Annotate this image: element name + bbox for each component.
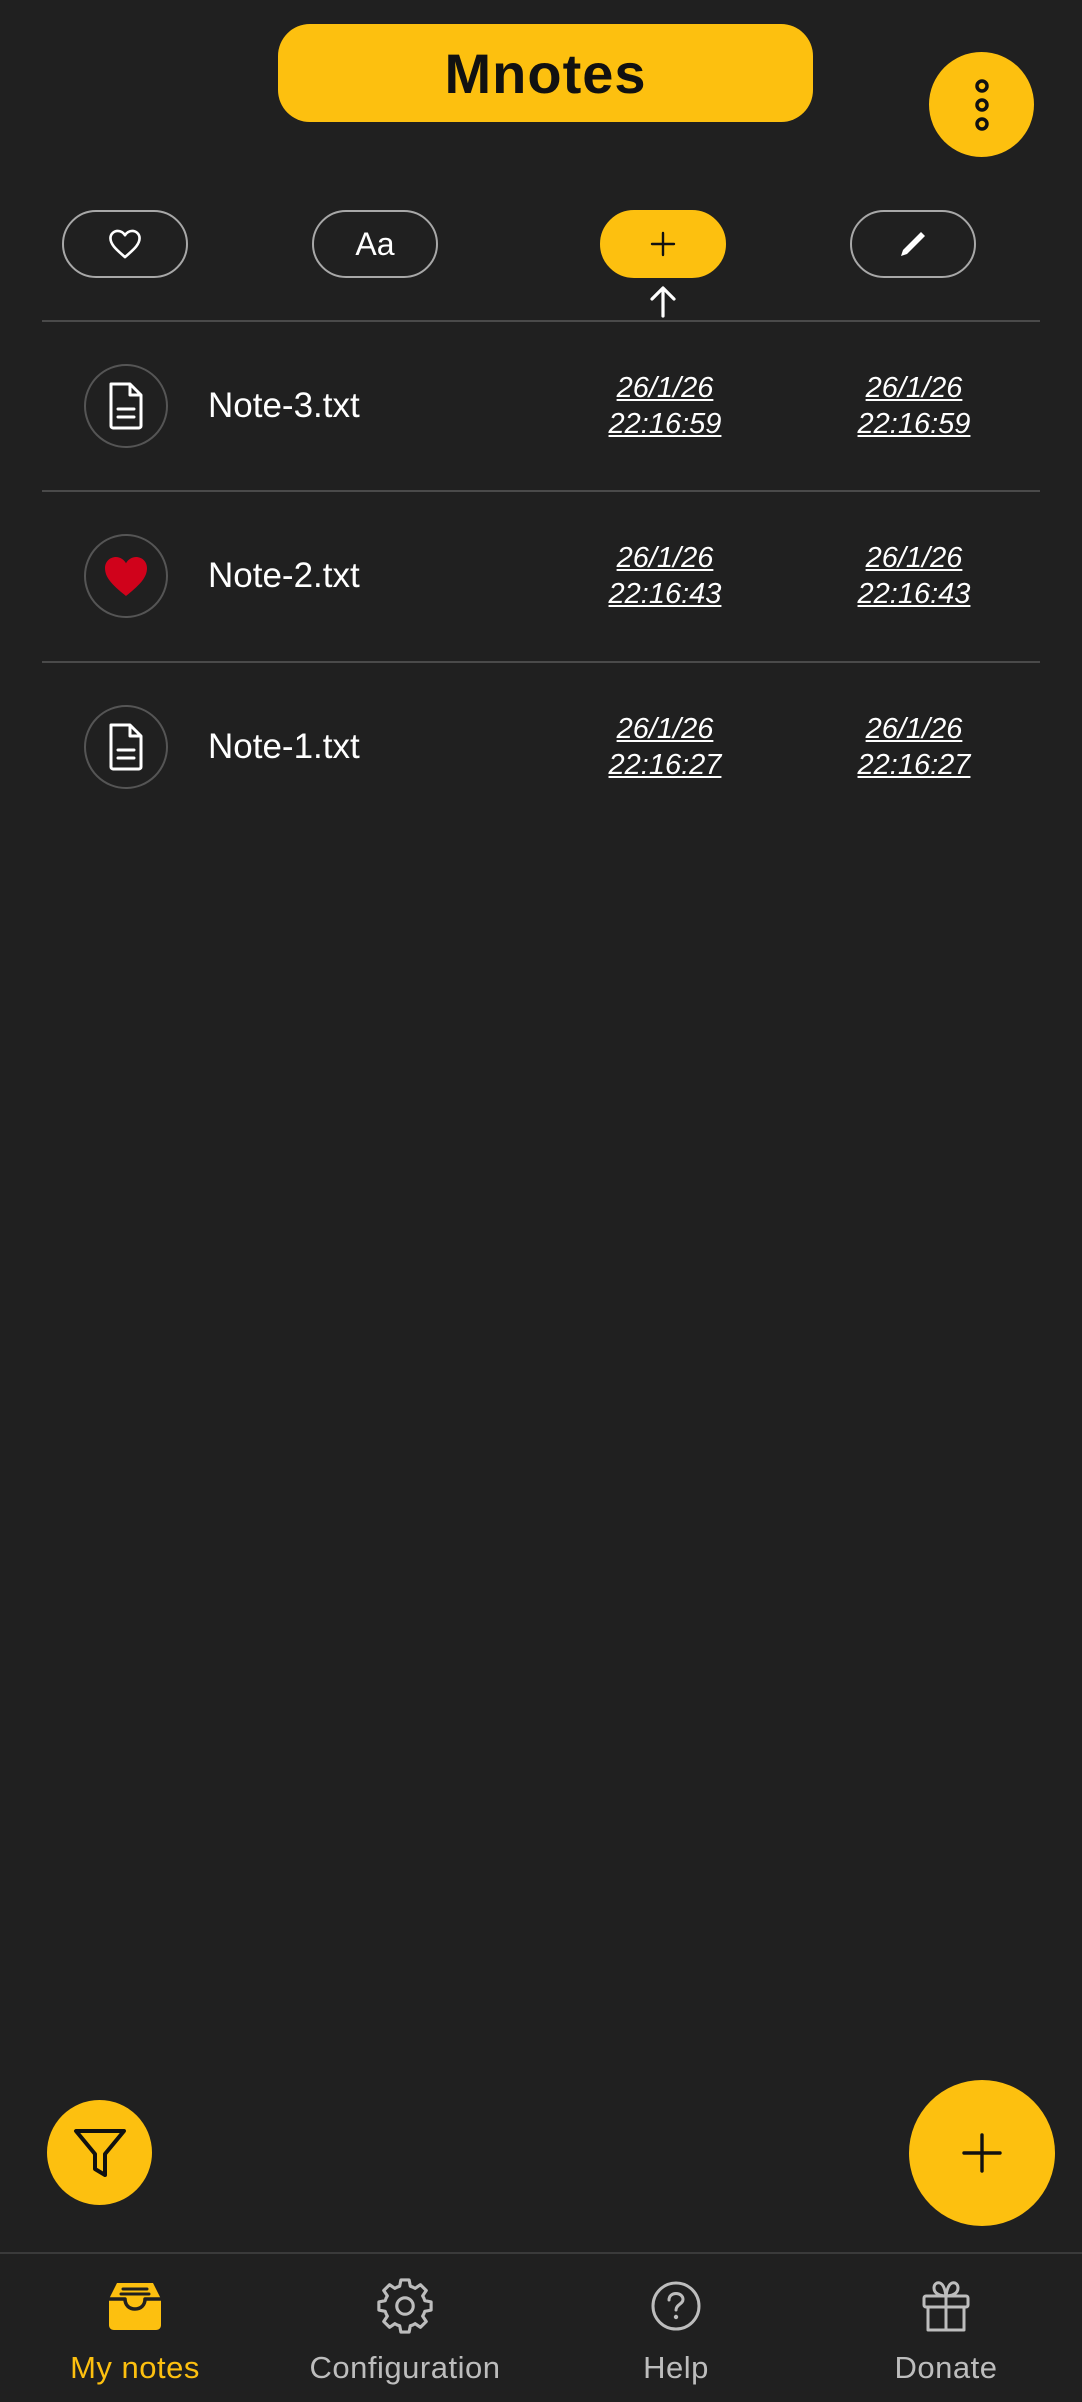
document-icon <box>109 723 143 771</box>
note-created-date: 26/1/26 22:16:27 <box>580 711 750 783</box>
sort-by-favorite-button[interactable] <box>62 210 188 278</box>
nav-label: Configuration <box>309 2350 501 2385</box>
heart-filled-icon <box>105 557 147 596</box>
sort-by-modified-button[interactable] <box>850 210 976 278</box>
filter-button[interactable] <box>47 2100 152 2205</box>
overflow-menu-button[interactable] <box>929 52 1034 157</box>
gear-icon <box>375 2276 435 2336</box>
add-note-button[interactable] <box>909 2080 1055 2226</box>
plus-icon <box>962 2133 1002 2173</box>
note-row[interactable]: Note-3.txt 26/1/26 22:16:59 26/1/26 22:1… <box>42 322 1040 490</box>
note-row[interactable]: Note-1.txt 26/1/26 22:16:27 26/1/26 22:1… <box>42 663 1040 831</box>
note-type-badge <box>84 534 168 618</box>
sort-by-name-label: Aa <box>355 225 395 262</box>
sort-by-created-button[interactable] <box>600 210 726 278</box>
note-modified-date: 26/1/26 22:16:59 <box>829 370 999 442</box>
more-vertical-icon <box>974 78 989 131</box>
modified-date: 26/1/26 <box>865 542 963 574</box>
filter-icon <box>73 2128 126 2177</box>
note-created-date: 26/1/26 22:16:59 <box>580 370 750 442</box>
note-created-date: 26/1/26 22:16:43 <box>580 540 750 612</box>
note-modified-date: 26/1/26 22:16:43 <box>829 540 999 612</box>
app-title: Mnotes <box>444 41 647 105</box>
nav-configuration[interactable]: Configuration <box>270 2254 540 2402</box>
nav-my-notes[interactable]: My notes <box>0 2254 270 2402</box>
created-time: 22:16:43 <box>608 578 722 610</box>
plus-icon <box>650 231 676 257</box>
created-date: 26/1/26 <box>616 372 714 404</box>
created-date: 26/1/26 <box>616 713 714 745</box>
inbox-icon <box>105 2276 165 2336</box>
nav-label: My notes <box>70 2350 200 2385</box>
modified-time: 22:16:59 <box>857 408 971 440</box>
note-modified-date: 26/1/26 22:16:27 <box>829 711 999 783</box>
modified-date: 26/1/26 <box>865 372 963 404</box>
note-title: Note-3.txt <box>208 386 360 425</box>
note-type-badge <box>84 705 168 789</box>
note-row[interactable]: Note-2.txt 26/1/26 22:16:43 26/1/26 22:1… <box>42 492 1040 660</box>
nav-label: Help <box>643 2350 709 2385</box>
app-title-bar: Mnotes <box>278 24 813 122</box>
pencil-icon <box>901 232 925 256</box>
bottom-navigation: My notes Configuration Help Donate <box>0 2252 1082 2402</box>
created-time: 22:16:59 <box>608 408 722 440</box>
gift-icon <box>916 2276 976 2336</box>
created-time: 22:16:27 <box>608 749 722 781</box>
nav-help[interactable]: Help <box>541 2254 811 2402</box>
note-title: Note-1.txt <box>208 727 360 766</box>
document-icon <box>109 382 143 430</box>
modified-time: 22:16:27 <box>857 749 971 781</box>
nav-label: Donate <box>894 2350 998 2385</box>
heart-outline-icon <box>109 229 141 259</box>
created-date: 26/1/26 <box>616 542 714 574</box>
arrow-up-icon <box>650 286 676 318</box>
help-circle-icon <box>646 2276 706 2336</box>
modified-date: 26/1/26 <box>865 713 963 745</box>
nav-donate[interactable]: Donate <box>811 2254 1081 2402</box>
note-title: Note-2.txt <box>208 556 360 595</box>
sort-by-name-button[interactable]: Aa <box>312 210 438 278</box>
note-type-badge <box>84 364 168 448</box>
modified-time: 22:16:43 <box>857 578 971 610</box>
